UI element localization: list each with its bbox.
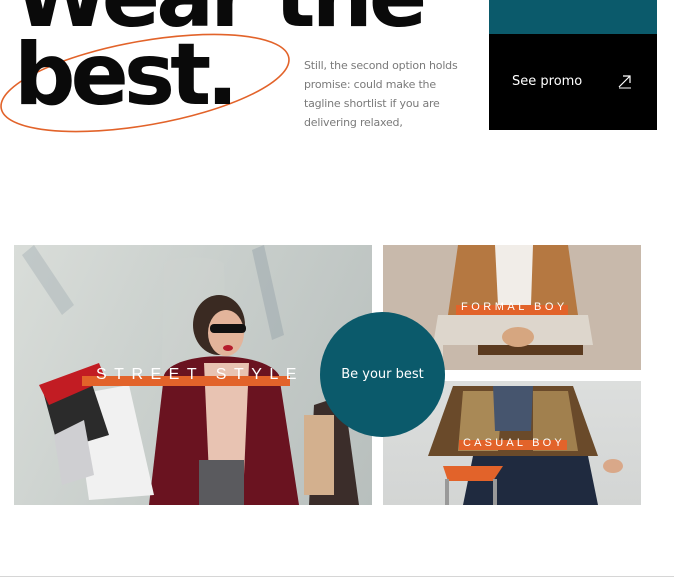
hero-headline-line2: best.	[14, 25, 239, 125]
casual-boy-label: CASUAL BOY	[463, 437, 565, 449]
see-promo-label: See promo	[512, 74, 583, 89]
promo-accent-bar	[489, 0, 657, 34]
tagline-text: Still, the second option holds promise: …	[304, 59, 458, 129]
street-style-label: STREET STYLE	[96, 366, 304, 383]
formal-boy-label: FORMAL BOY	[461, 301, 568, 313]
be-your-best-label: Be your best	[341, 367, 424, 382]
street-style-photo[interactable]: STREET STYLE	[14, 245, 372, 505]
bottom-divider	[0, 576, 674, 577]
see-promo-button[interactable]: See promo	[489, 34, 657, 130]
arrow-up-right-icon	[618, 75, 631, 89]
be-your-best-button[interactable]: Be your best	[320, 312, 445, 437]
